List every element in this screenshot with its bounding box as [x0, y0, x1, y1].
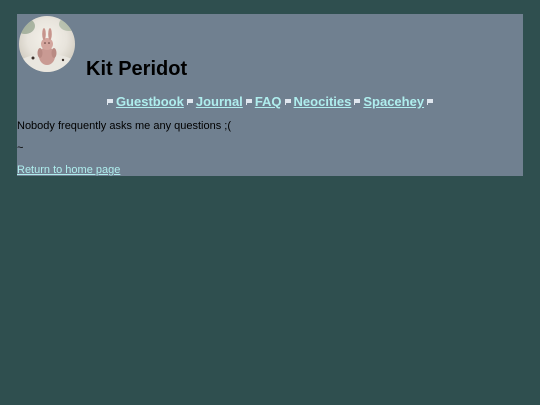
- avatar: [19, 16, 75, 72]
- nav-link-guestbook[interactable]: Guestbook: [116, 94, 184, 109]
- flag-bullet-icon: [427, 99, 434, 105]
- flag-bullet-icon: [354, 99, 361, 105]
- bunny-figurine-icon: [19, 17, 75, 72]
- flag-bullet-icon: [284, 99, 291, 105]
- flag-bullet-icon: [245, 99, 252, 105]
- site-title: Kit Peridot: [86, 58, 188, 80]
- nav-bar: Guestbook Journal FAQ Neocities Spacehey: [17, 94, 523, 110]
- faq-message: Nobody frequently asks me any questions …: [17, 120, 232, 132]
- nav-link-neocities[interactable]: Neocities: [294, 94, 352, 109]
- nav-link-spacehey[interactable]: Spacehey: [363, 94, 424, 109]
- return-home-link[interactable]: Return to home page: [17, 163, 120, 177]
- content-panel: Kit Peridot Guestbook Journal FAQ Neocities…: [17, 14, 523, 176]
- flag-bullet-icon: [186, 99, 193, 105]
- flag-bullet-icon: [106, 99, 113, 105]
- nav-link-journal[interactable]: Journal: [196, 94, 243, 109]
- nav-link-faq[interactable]: FAQ: [255, 94, 282, 109]
- tilde-divider: ~: [17, 142, 24, 154]
